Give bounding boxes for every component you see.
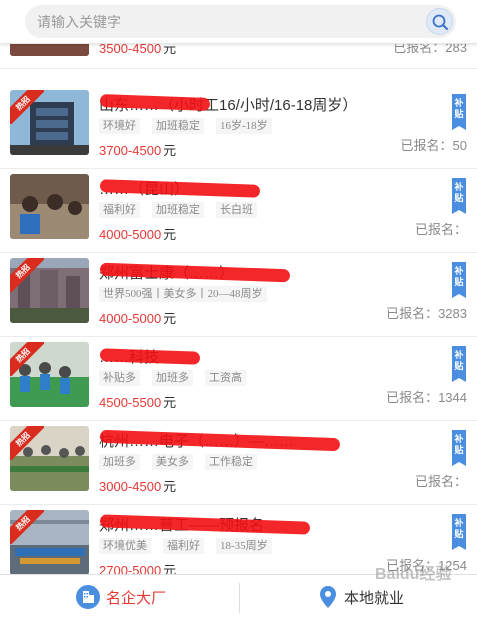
job-tags: 补贴多 加班多 工资高 — [99, 370, 258, 386]
hot-badge: 热招 — [10, 510, 44, 544]
job-thumbnail: 热招 — [10, 426, 89, 491]
hot-badge: 热招 — [10, 342, 44, 376]
search-bar — [0, 0, 477, 44]
job-thumbnail: 热招 — [10, 510, 89, 574]
subsidy-badge: 补贴 — [452, 94, 466, 130]
salary: 3700-4500 元 — [99, 143, 177, 158]
job-tags: 加班多 美女多 工作稳定 — [99, 454, 269, 470]
salary: 3000-4500 元 — [99, 479, 177, 494]
signup-count: 已报名： — [414, 222, 467, 237]
search-box[interactable] — [25, 5, 456, 38]
signup-count: 已报名：3283 — [386, 306, 467, 321]
job-list: 3500-4500 元 已报名：283 热招 山东……（小时工16/小时/16-1… — [0, 44, 477, 574]
salary: 4000-5000 元 — [99, 311, 177, 326]
job-thumbnail: 热招 — [10, 90, 89, 155]
nav-local-jobs-label: 本地就业 — [344, 590, 405, 607]
job-tags: 世界500强丨美女多丨20—48周岁 — [99, 286, 279, 302]
job-thumbnail — [10, 44, 89, 56]
signup-count: 已报名：283 — [393, 44, 467, 55]
signup-count: 已报名： — [414, 474, 467, 489]
hot-badge: 热招 — [10, 426, 44, 460]
subsidy-badge: 补贴 — [452, 514, 466, 550]
job-tags: 环境优美 福利好 18-35周岁 — [99, 538, 284, 554]
watermark: Baidu经验 — [375, 566, 452, 583]
job-item[interactable]: 热招 山东……（小时工16/小时/16-18周岁） 环境好 加班稳定 16岁-18岁… — [0, 86, 477, 169]
job-thumbnail — [10, 174, 89, 239]
job-item[interactable]: 热招 ……科技 补贴多加班多工资高 4500-5500元 补贴 已报名：1344 — [0, 338, 477, 421]
job-thumbnail: 热招 — [10, 258, 89, 323]
hot-badge: 热招 — [10, 90, 44, 124]
job-item[interactable]: ……（昆山） 福利好加班稳定长白班 4000-5000元 补贴 已报名： — [0, 170, 477, 253]
job-tags: 环境好 加班稳定 16岁-18岁 — [99, 118, 284, 134]
salary: 3500-4500 元 — [99, 44, 177, 56]
hot-badge: 热招 — [10, 258, 44, 292]
search-icon — [432, 14, 448, 30]
location-pin-icon — [320, 586, 336, 608]
job-thumbnail: 热招 — [10, 342, 89, 407]
nav-famous-companies-label: 名企大厂 — [106, 590, 167, 607]
search-input[interactable] — [37, 5, 417, 38]
signup-count: 已报名：1344 — [386, 390, 467, 405]
job-item[interactable]: 热招 郑州富士康（……） 世界500强丨美女多丨20—48周岁 4000-500… — [0, 254, 477, 337]
job-item[interactable]: 3500-4500 元 已报名：283 — [0, 44, 477, 69]
building-icon — [76, 585, 100, 609]
salary: 4500-5500 元 — [99, 395, 177, 410]
job-tags: 福利好 加班稳定 长白班 — [99, 202, 269, 218]
nav-famous-companies[interactable]: 名企大厂 — [0, 575, 238, 618]
search-button[interactable] — [426, 8, 453, 35]
salary: 4000-5000 元 — [99, 227, 177, 242]
subsidy-badge: 补贴 — [452, 346, 466, 382]
subsidy-badge: 补贴 — [452, 430, 466, 466]
job-item[interactable]: 热招 杭州……电子（……）—…… 加班多美女多工作稳定 3000-4500元 补… — [0, 422, 477, 505]
signup-count: 已报名：50 — [400, 138, 467, 153]
subsidy-badge: 补贴 — [452, 178, 466, 214]
subsidy-badge: 补贴 — [452, 262, 466, 298]
salary: 2700-5000 元 — [99, 563, 177, 574]
